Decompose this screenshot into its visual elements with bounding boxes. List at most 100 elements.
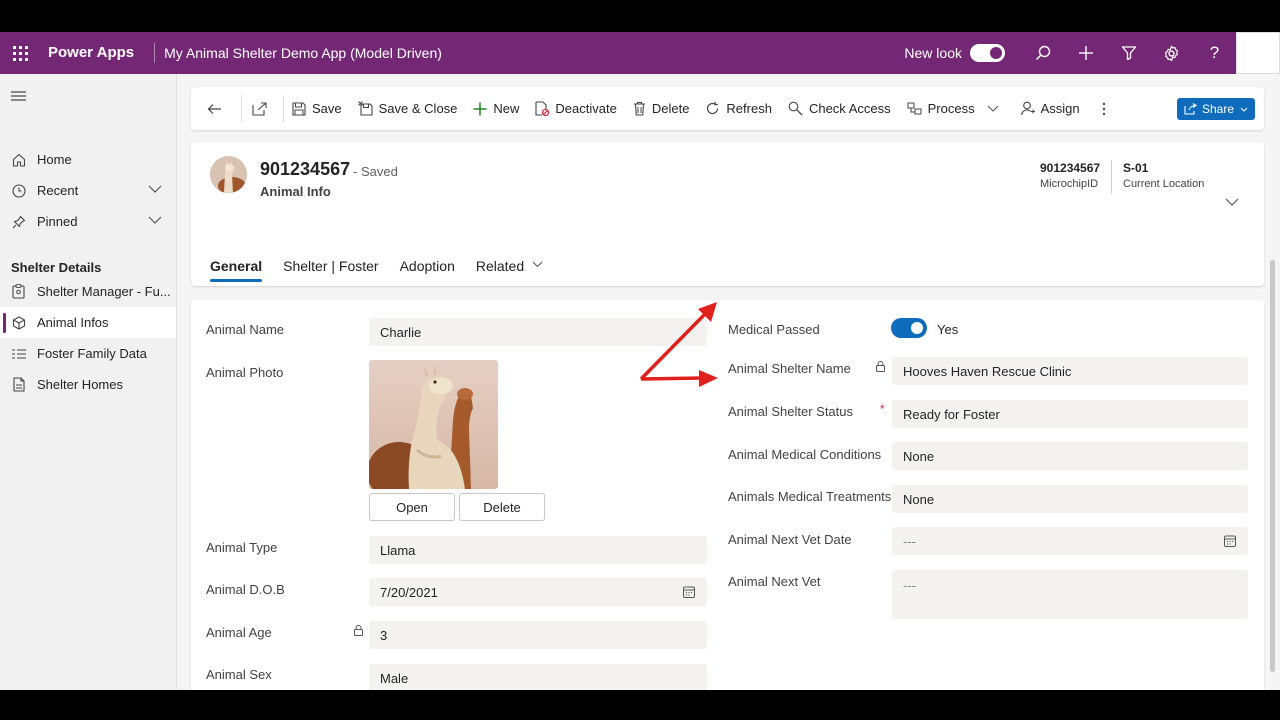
- user-avatar[interactable]: [1236, 32, 1280, 74]
- animal-dob-label: Animal D.O.B: [206, 582, 285, 597]
- open-in-new-window-icon: [252, 101, 267, 116]
- app-header-bar: Power Apps My Animal Shelter Demo App (M…: [0, 32, 1280, 74]
- command-bar: Save Save & Close New Deactivate Delete …: [191, 87, 1264, 130]
- open-new-window-button[interactable]: [242, 87, 283, 130]
- save-close-button[interactable]: Save & Close: [350, 87, 466, 130]
- collapse-nav-button[interactable]: [11, 88, 26, 106]
- save-button[interactable]: Save: [284, 87, 350, 130]
- process-label: Process: [927, 101, 975, 116]
- sidebar-item-recent[interactable]: Recent: [0, 175, 176, 206]
- refresh-button[interactable]: Refresh: [697, 87, 780, 130]
- lock-icon: [354, 625, 363, 636]
- tab-general[interactable]: General: [210, 249, 263, 282]
- sidebar-item-home[interactable]: Home: [0, 144, 176, 175]
- new-record-button[interactable]: [1064, 32, 1107, 74]
- search-button[interactable]: [1021, 32, 1064, 74]
- tab-adoption[interactable]: Adoption: [400, 249, 455, 282]
- new-button[interactable]: New: [465, 87, 527, 130]
- new-look-toggle[interactable]: [970, 44, 1005, 62]
- tab-label: Adoption: [399, 257, 455, 274]
- medical-passed-value: Yes: [937, 322, 959, 337]
- plus-icon: [473, 102, 487, 115]
- sidebar-item-animal-infos[interactable]: Animal Infos: [0, 307, 176, 338]
- sidebar-item-pinned[interactable]: Pinned: [0, 206, 176, 237]
- sidebar-item-label: Foster Family Data: [37, 346, 147, 361]
- refresh-label: Refresh: [726, 101, 772, 116]
- form-tabs: General Shelter | Foster Adoption Relate…: [210, 249, 564, 282]
- sidebar-item-shelter-manager[interactable]: Shelter Manager - Fu...: [0, 276, 176, 307]
- record-title: 901234567: [260, 159, 351, 179]
- app-title[interactable]: My Animal Shelter Demo App (Model Driven…: [155, 45, 442, 61]
- app-name[interactable]: Power Apps: [40, 43, 156, 63]
- animal-name-field[interactable]: Charlie: [369, 318, 707, 346]
- more-vertical-icon: [1102, 102, 1105, 115]
- settings-button[interactable]: [1150, 32, 1193, 74]
- animal-sex-field[interactable]: Male: [369, 664, 707, 690]
- lock-icon: [876, 361, 885, 372]
- tab-label: Related: [475, 257, 525, 274]
- next-vet-label: Animal Next Vet: [728, 574, 821, 589]
- filter-button[interactable]: [1107, 32, 1150, 74]
- list-icon: [11, 349, 26, 358]
- deactivate-icon: [535, 101, 550, 116]
- process-button[interactable]: Process: [899, 87, 1007, 130]
- animal-age-field: 3: [369, 621, 707, 649]
- llama-photo-image: [369, 360, 498, 489]
- medical-passed-label: Medical Passed: [728, 322, 820, 337]
- save-close-icon: [357, 101, 373, 116]
- document-icon: [12, 377, 25, 392]
- expand-header-chevron-icon[interactable]: [1225, 198, 1239, 206]
- animal-dob-field[interactable]: 7/20/2021: [369, 578, 707, 606]
- medical-treatments-field[interactable]: None: [892, 485, 1248, 513]
- help-button[interactable]: ?: [1193, 32, 1236, 74]
- sidebar-item-foster-family-data[interactable]: Foster Family Data: [0, 338, 176, 369]
- pin-icon: [12, 215, 25, 228]
- save-close-label: Save & Close: [378, 101, 458, 116]
- assign-button[interactable]: Assign: [1013, 87, 1088, 130]
- chevron-down-icon: [532, 261, 543, 267]
- header-field-location: S-01 Current Location: [1123, 161, 1204, 190]
- more-commands-button[interactable]: [1088, 87, 1126, 130]
- tab-shelter-foster[interactable]: Shelter | Foster: [283, 249, 378, 282]
- next-vet-date-field[interactable]: ---: [892, 527, 1248, 555]
- share-icon: [1184, 103, 1197, 115]
- form-section-general: Animal Name Charlie Animal Photo Open De…: [191, 300, 1264, 690]
- header-field-microchip: 901234567 MicrochipID: [1040, 161, 1100, 190]
- plus-icon: [1078, 46, 1093, 60]
- letterbox-bar: [0, 690, 1280, 720]
- back-button[interactable]: [191, 87, 241, 130]
- save-label: Save: [312, 101, 342, 116]
- animal-type-field[interactable]: Llama: [369, 536, 707, 564]
- photo-delete-button[interactable]: Delete: [459, 493, 545, 521]
- calendar-icon[interactable]: [683, 586, 695, 598]
- tab-related[interactable]: Related: [476, 249, 543, 282]
- search-icon: [1035, 45, 1050, 61]
- delete-button[interactable]: Delete: [625, 87, 698, 130]
- question-icon: ?: [1209, 43, 1220, 62]
- deactivate-button[interactable]: Deactivate: [527, 87, 624, 130]
- medical-conditions-field[interactable]: None: [892, 442, 1248, 470]
- chevron-down-icon[interactable]: [148, 216, 162, 224]
- app-launcher-button[interactable]: [0, 32, 40, 74]
- llama-thumbnail-icon: [210, 156, 247, 193]
- clock-icon: [11, 183, 26, 198]
- check-access-button[interactable]: Check Access: [780, 87, 899, 130]
- medical-passed-toggle[interactable]: [891, 318, 927, 338]
- header-field-value: S-01: [1123, 161, 1149, 175]
- shelter-name-label: Animal Shelter Name: [728, 361, 851, 376]
- next-vet-field[interactable]: ---: [892, 570, 1248, 619]
- chevron-down-icon: [1240, 107, 1248, 112]
- next-vet-date-label: Animal Next Vet Date: [728, 532, 852, 547]
- vertical-scrollbar[interactable]: [1270, 260, 1275, 672]
- sidebar-group-title: Shelter Details: [11, 260, 102, 275]
- chevron-down-icon[interactable]: [148, 185, 162, 193]
- photo-open-button[interactable]: Open: [369, 493, 455, 521]
- share-button[interactable]: Share: [1177, 98, 1255, 120]
- magnifier-key-icon: [788, 101, 803, 116]
- sidebar-item-shelter-homes[interactable]: Shelter Homes: [0, 369, 176, 400]
- sidebar-item-label: Shelter Homes: [37, 377, 123, 392]
- calendar-icon[interactable]: [1224, 535, 1236, 547]
- shelter-status-field[interactable]: Ready for Foster: [892, 400, 1248, 428]
- save-status: - Saved: [353, 164, 398, 179]
- sidebar-item-label: Home: [37, 152, 72, 167]
